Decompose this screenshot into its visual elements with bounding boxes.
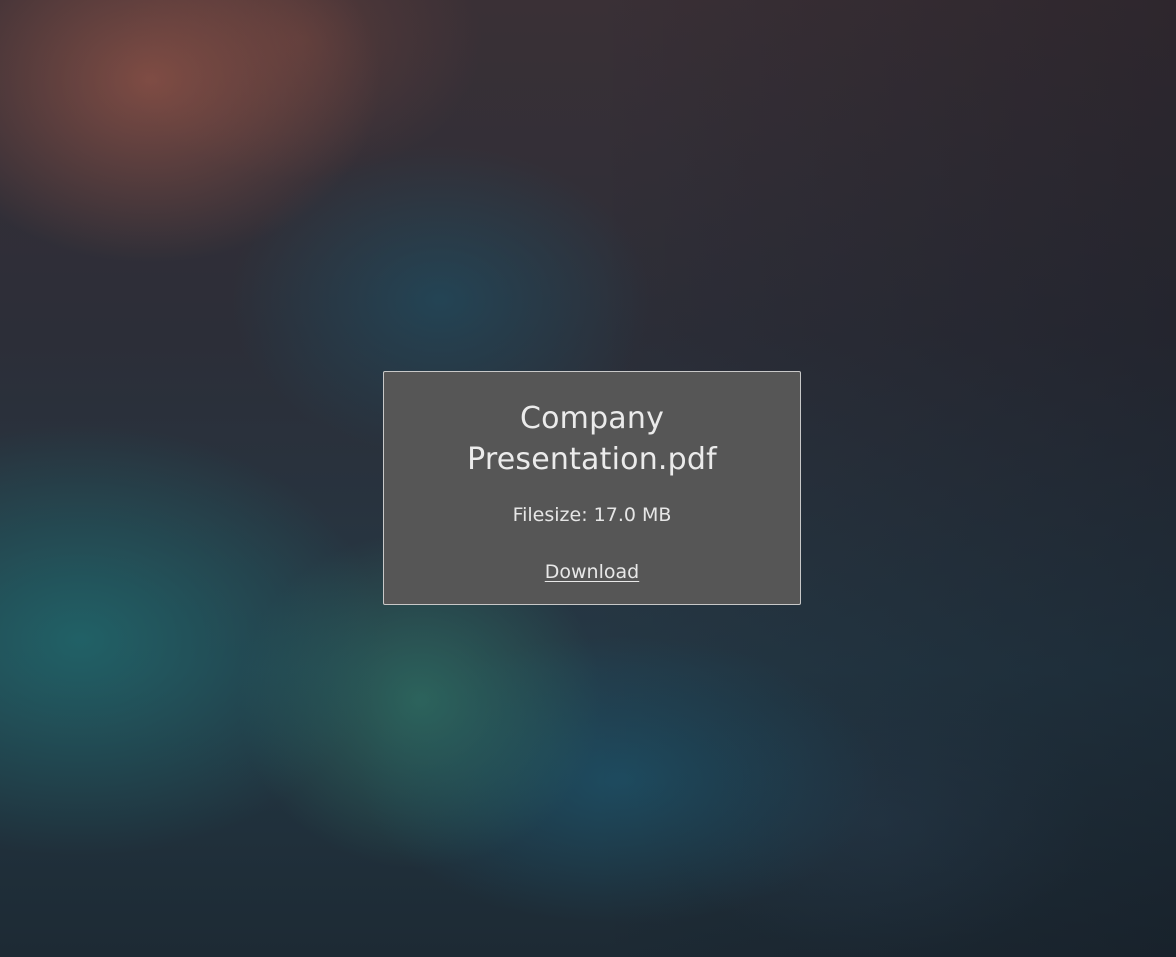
file-size: Filesize: 17.0 MB	[512, 504, 672, 526]
download-link[interactable]: Download	[545, 559, 639, 585]
file-download-card: Company Presentation.pdf Filesize: 17.0 …	[383, 371, 801, 605]
file-name: Company Presentation.pdf	[467, 401, 717, 477]
